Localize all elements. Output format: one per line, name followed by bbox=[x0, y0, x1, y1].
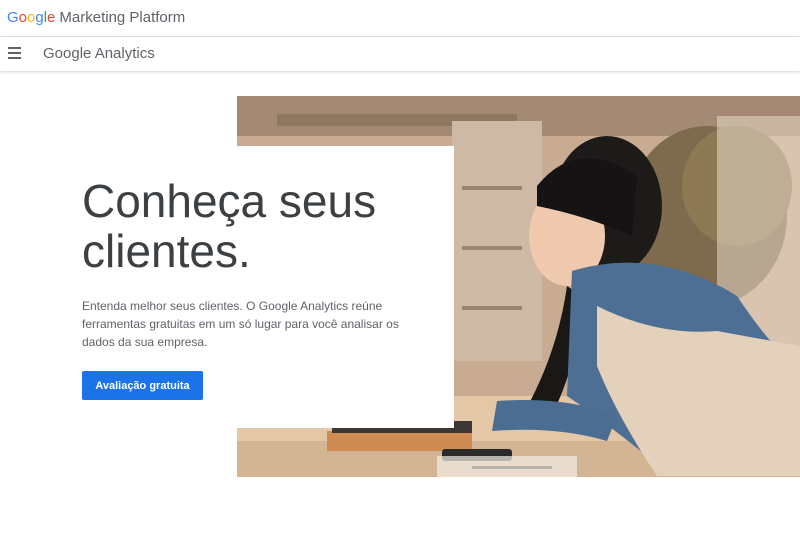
logo-letter: G bbox=[7, 9, 19, 26]
free-trial-button[interactable]: Avaliação gratuita bbox=[82, 371, 203, 400]
logo-letter: e bbox=[47, 9, 56, 26]
logo-letter: o bbox=[18, 9, 28, 26]
google-marketing-platform-logo[interactable]: Google Marketing Platform bbox=[7, 9, 185, 27]
logo-letter: g bbox=[35, 9, 44, 26]
app-title[interactable]: Google Analytics bbox=[43, 45, 155, 62]
top-bar: Google Marketing Platform bbox=[0, 0, 800, 37]
product-nav-bar: Google Analytics bbox=[0, 37, 800, 71]
hamburger-menu-icon[interactable] bbox=[8, 47, 21, 59]
hero-headline: Conheça seus clientes. bbox=[82, 175, 377, 277]
hero-description: Entenda melhor seus clientes. O Google A… bbox=[82, 299, 399, 349]
brand-product-name: Marketing Platform bbox=[59, 9, 186, 26]
